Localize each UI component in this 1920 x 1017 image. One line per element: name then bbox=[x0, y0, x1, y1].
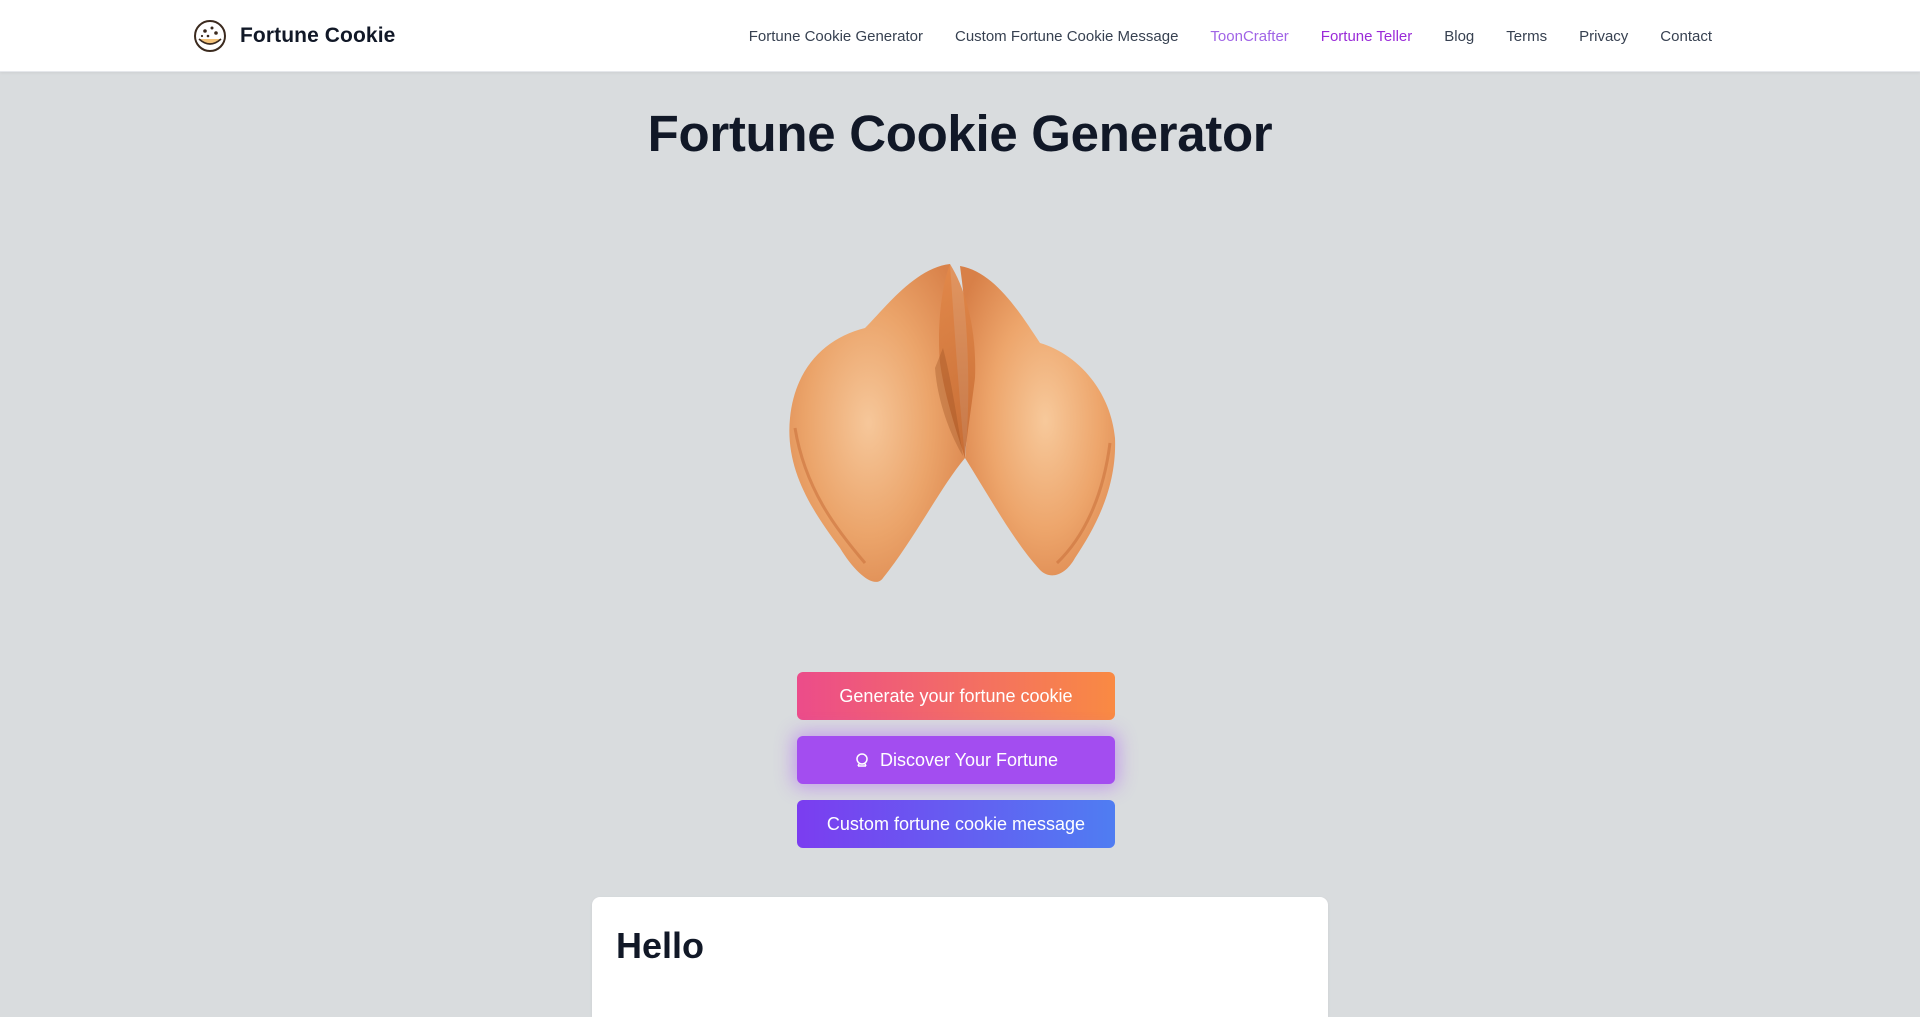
generate-fortune-cookie-button[interactable]: Generate your fortune cookie bbox=[797, 672, 1115, 720]
generate-fortune-cookie-label: Generate your fortune cookie bbox=[839, 685, 1073, 706]
crystal-ball-icon bbox=[856, 753, 868, 767]
fortune-cookie-image[interactable] bbox=[765, 258, 1145, 593]
nav-custom-fortune-cookie-message[interactable]: Custom Fortune Cookie Message bbox=[955, 28, 1178, 45]
top-navbar: Fortune Cookie Fortune Cookie Generator … bbox=[0, 0, 1920, 72]
card-heading: Hello bbox=[616, 925, 705, 966]
nav-privacy[interactable]: Privacy bbox=[1579, 28, 1628, 45]
discover-your-fortune-button[interactable]: Discover Your Fortune bbox=[797, 736, 1115, 784]
nav-tooncrafter[interactable]: ToonCrafter bbox=[1210, 28, 1288, 45]
page-title: Fortune Cookie Generator bbox=[647, 105, 1273, 162]
nav-fortune-cookie-generator[interactable]: Fortune Cookie Generator bbox=[749, 28, 923, 45]
brand-name: Fortune Cookie bbox=[240, 24, 396, 47]
discover-your-fortune-label: Discover Your Fortune bbox=[879, 749, 1059, 770]
nav-fortune-teller[interactable]: Fortune Teller bbox=[1321, 28, 1412, 45]
cookie-icon bbox=[194, 20, 226, 52]
nav-contact[interactable]: Contact bbox=[1660, 28, 1712, 45]
nav-blog[interactable]: Blog bbox=[1444, 28, 1474, 45]
nav-terms[interactable]: Terms bbox=[1506, 28, 1547, 45]
custom-fortune-message-button[interactable]: Custom fortune cookie message bbox=[797, 800, 1115, 848]
main-nav: Fortune Cookie Generator Custom Fortune … bbox=[749, 0, 1712, 72]
brand-link[interactable]: Fortune Cookie bbox=[193, 19, 395, 53]
fortune-result-card: Hello bbox=[592, 897, 1328, 1017]
custom-fortune-message-label: Custom fortune cookie message bbox=[826, 813, 1086, 834]
